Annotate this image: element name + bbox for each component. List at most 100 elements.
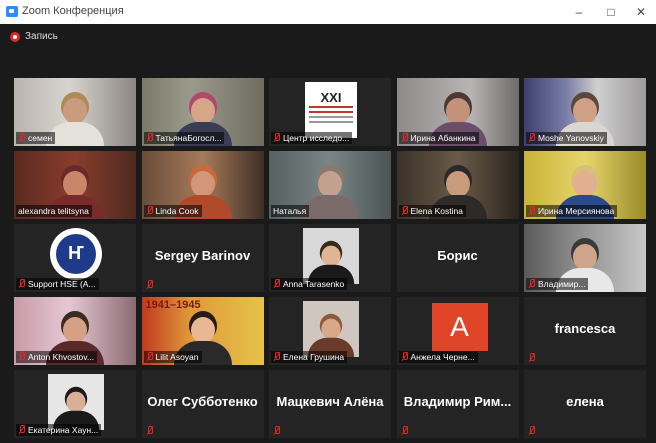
participant-name-tag: Anton Khvostov... <box>16 351 97 363</box>
participant-tile[interactable]: Anton Khvostov... <box>14 297 136 365</box>
muted-mic-icon <box>528 426 536 435</box>
participant-name-display: Мацкевич Алёна <box>276 394 384 409</box>
participant-name-tag: Ирина Абанкина <box>398 132 479 144</box>
participant-tile[interactable]: Sergey Barinov <box>141 224 264 292</box>
participant-name-tag: Владимир... <box>526 278 589 290</box>
close-button[interactable]: ✕ <box>626 2 656 22</box>
participant-tile[interactable]: Олег Субботенко <box>141 370 264 438</box>
participant-name-tag: ТатьянаБогосл... <box>143 132 225 144</box>
window-title: Zoom Конференция <box>22 5 124 17</box>
participant-photo <box>48 374 104 430</box>
muted-mic-icon <box>401 352 409 361</box>
muted-mic-icon <box>528 133 536 142</box>
participant-tile[interactable]: alexandra telitsyna <box>14 151 136 219</box>
participant-video-figure <box>301 171 359 219</box>
participant-name-tag: Елена Грушина <box>271 351 348 363</box>
participant-name-tag: Ирина Мерсиянова <box>526 205 618 217</box>
muted-mic-icon <box>528 353 536 362</box>
participant-tile[interactable]: ТатьянаБогосл... <box>141 78 264 146</box>
participant-tile[interactable]: Мацкевич Алёна <box>269 370 391 438</box>
participant-name-tag: Lilit Asoyan <box>143 351 202 363</box>
participant-name-tag: Linda Cook <box>143 205 202 217</box>
participant-name: Lilit Asoyan <box>155 352 199 362</box>
participant-tile[interactable]: Елена Грушина <box>269 297 391 365</box>
muted-mic-icon <box>18 352 26 361</box>
participant-name: Наталья <box>273 206 307 216</box>
muted-mic-icon <box>273 133 281 142</box>
recording-icon <box>10 32 20 42</box>
maximize-button[interactable]: □ <box>596 2 626 22</box>
participant-tile[interactable]: Ҥ Support HSE (A... <box>14 224 136 292</box>
participant-name: Support HSE (A... <box>28 279 96 289</box>
muted-mic-icon <box>18 279 26 288</box>
participant-tile[interactable]: Elena Kostina <box>396 151 519 219</box>
participant-name: Anton Khvostov... <box>28 352 94 362</box>
conference-logo: XXI <box>305 82 357 138</box>
participant-photo <box>303 301 359 357</box>
participant-name: Анжела Черне... <box>410 352 475 362</box>
muted-mic-icon <box>273 279 281 288</box>
participant-name: Moshe Yanovskiy <box>538 133 604 143</box>
zoom-app-icon <box>6 6 18 17</box>
logo-subtitle-lines <box>309 106 353 124</box>
muted-mic-icon <box>18 425 26 434</box>
logo-text: Ҥ <box>68 243 84 263</box>
participant-tile[interactable]: Екатерина Хаун... <box>14 370 136 438</box>
participant-tile[interactable]: A Анжела Черне... <box>396 297 519 365</box>
participant-tile[interactable]: Наталья <box>269 151 391 219</box>
participant-name: Центр исследо... <box>283 133 350 143</box>
participant-tile[interactable]: Ирина Абанкина <box>396 78 519 146</box>
muted-mic-icon <box>401 426 409 435</box>
participant-name: семен <box>28 133 53 143</box>
recording-label[interactable]: Запись <box>25 31 58 42</box>
title-bar: Zoom Конференция – □ ✕ <box>0 0 656 24</box>
gallery-view: семен ТатьянаБогосл... XXI Центр исследо...… <box>14 78 650 443</box>
participant-photo <box>303 228 359 284</box>
participant-name-tag: Anna Tarasenko <box>271 278 348 290</box>
participant-tile[interactable]: Anna Tarasenko <box>269 224 391 292</box>
participant-tile[interactable]: Ирина Мерсиянова <box>524 151 646 219</box>
muted-mic-icon <box>146 206 154 215</box>
muted-mic-icon <box>18 133 26 142</box>
participant-tile[interactable]: елена <box>524 370 646 438</box>
muted-mic-icon <box>273 352 281 361</box>
participant-tile[interactable]: Moshe Yanovskiy <box>524 78 646 146</box>
participant-tile[interactable]: 1941–1945 Lilit Asoyan <box>141 297 264 365</box>
participant-name-display: Борис <box>437 248 478 263</box>
muted-mic-icon <box>146 280 154 289</box>
participant-name-tag: семен <box>16 132 56 144</box>
muted-mic-icon <box>146 352 154 361</box>
participant-name: Ирина Абанкина <box>410 133 476 143</box>
participant-tile[interactable]: Владимир... <box>524 224 646 292</box>
participant-name: Владимир... <box>538 279 586 289</box>
participant-name-tag: Support HSE (A... <box>16 278 99 290</box>
logo-text: XXI <box>320 90 342 105</box>
participant-tile[interactable]: семен <box>14 78 136 146</box>
meeting-top-bar <box>0 24 656 48</box>
participant-name-tag: Екатерина Хаун... <box>16 424 102 436</box>
participant-name-tag: Elena Kostina <box>398 205 466 217</box>
participant-tile[interactable]: Linda Cook <box>141 151 264 219</box>
participant-tile[interactable]: francesca <box>524 297 646 365</box>
participant-name-display: Олег Субботенко <box>147 394 258 409</box>
participant-name-display: francesca <box>554 321 616 336</box>
muted-mic-icon <box>528 206 536 215</box>
participant-tile[interactable]: XXI Центр исследо... <box>269 78 391 146</box>
poster-text: 1941–1945 <box>145 299 201 311</box>
participant-name-tag: Moshe Yanovskiy <box>526 132 607 144</box>
participant-name-tag: Центр исследо... <box>271 132 353 144</box>
participant-tile[interactable]: Борис <box>396 224 519 292</box>
muted-mic-icon <box>528 279 536 288</box>
participant-name-display: Владимир Рим... <box>403 394 512 409</box>
participant-name: Ирина Мерсиянова <box>538 206 615 216</box>
participant-name: ТатьянаБогосл... <box>155 133 222 143</box>
muted-mic-icon <box>273 426 281 435</box>
participant-name: alexandra telitsyna <box>18 206 89 216</box>
muted-mic-icon <box>401 206 409 215</box>
participant-name: Anna Tarasenko <box>283 279 345 289</box>
participant-name-display: Sergey Barinov <box>154 248 251 263</box>
minimize-button[interactable]: – <box>564 2 594 22</box>
participant-name-tag: Наталья <box>271 205 310 217</box>
participant-name-display: елена <box>566 394 604 409</box>
participant-tile[interactable]: Владимир Рим... <box>396 370 519 438</box>
